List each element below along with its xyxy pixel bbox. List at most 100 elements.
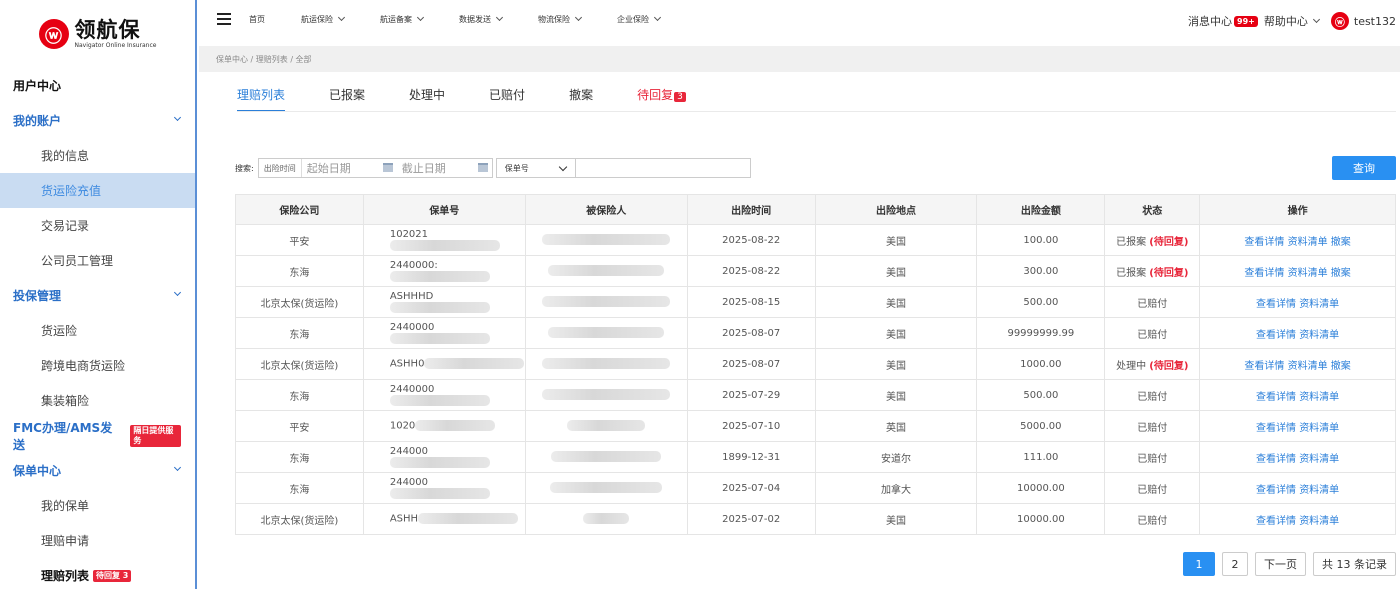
col-place: 出险地点 xyxy=(814,194,978,225)
tab-processing[interactable]: 处理中 xyxy=(409,86,445,112)
view-details-link[interactable]: 查看详情 xyxy=(1256,485,1296,496)
username[interactable]: test132 xyxy=(1354,15,1396,28)
view-details-link[interactable]: 查看详情 xyxy=(1256,299,1296,310)
chevron-down-icon[interactable] xyxy=(1312,15,1320,23)
sidebar-item-claims-list[interactable]: 理赔列表 待回复 3 xyxy=(0,558,195,589)
sidebar-item-staff[interactable]: 公司员工管理 xyxy=(0,243,195,278)
withdraw-claim-link[interactable]: 撤案 xyxy=(1331,361,1351,372)
view-details-link[interactable]: 查看详情 xyxy=(1244,361,1284,372)
top-nav: 首页 航运保险 航运备案 数据发送 物流保险 企业保险 xyxy=(249,13,696,25)
redacted-mask xyxy=(389,270,490,282)
documents-list-link[interactable]: 资料清单 xyxy=(1288,237,1328,248)
withdraw-claim-link[interactable]: 撤案 xyxy=(1331,268,1351,279)
logo[interactable]: ⓦ 领航保 Navigator Online Insurance xyxy=(0,0,195,68)
sidebar-insure-mgmt[interactable]: 投保管理 xyxy=(0,278,195,313)
sidebar-claims-label: 理赔列表 xyxy=(41,569,90,583)
logo-tagline: Navigator Online Insurance xyxy=(74,41,157,49)
topnav-shipping-filing[interactable]: 航运备案 xyxy=(380,13,425,25)
sidebar-user-center[interactable]: 用户中心 xyxy=(0,68,195,103)
documents-list-link[interactable]: 资料清单 xyxy=(1299,392,1339,403)
sidebar-item-container[interactable]: 集装箱险 xyxy=(0,383,195,418)
redacted-mask xyxy=(548,327,665,339)
redacted-mask xyxy=(542,358,671,370)
topnav-shipping-insurance[interactable]: 航运保险 xyxy=(301,13,346,25)
search-input[interactable] xyxy=(575,158,751,178)
search-field-select[interactable]: 保单号 xyxy=(495,158,576,178)
page-2-button[interactable]: 2 xyxy=(1222,552,1248,576)
documents-list-link[interactable]: 资料清单 xyxy=(1288,361,1328,372)
documents-list-link[interactable]: 资料清单 xyxy=(1288,268,1328,279)
tab-claims-list[interactable]: 理赔列表 xyxy=(237,86,286,112)
sidebar-my-account[interactable]: 我的账户 xyxy=(0,103,195,138)
chevron-down-icon xyxy=(416,13,425,21)
documents-list-link[interactable]: 资料清单 xyxy=(1299,330,1339,341)
sidebar-item-claim-apply[interactable]: 理赔申请 xyxy=(0,523,195,558)
topnav-data-send[interactable]: 数据发送 xyxy=(459,13,504,25)
view-details-link[interactable]: 查看详情 xyxy=(1256,392,1296,403)
sidebar-item-my-info[interactable]: 我的信息 xyxy=(0,138,195,173)
redacted-mask xyxy=(415,420,496,432)
cell-amount: 10000.00 xyxy=(976,472,1106,504)
cell-place: 安道尔 xyxy=(814,441,978,473)
calendar-icon[interactable] xyxy=(477,163,488,172)
cell-policy: 102021 xyxy=(362,224,526,256)
cell-date: 2025-08-15 xyxy=(686,286,816,318)
documents-list-link[interactable]: 资料清单 xyxy=(1299,423,1339,434)
cell-company: 东海 xyxy=(235,317,364,349)
documents-list-link[interactable]: 资料清单 xyxy=(1299,454,1339,465)
cell-policy: 244000 xyxy=(362,441,526,473)
view-details-link[interactable]: 查看详情 xyxy=(1244,268,1284,279)
calendar-icon[interactable] xyxy=(382,163,393,172)
cell-policy: ASHHHD xyxy=(362,286,526,318)
view-details-link[interactable]: 查看详情 xyxy=(1256,423,1296,434)
cell-actions: 查看详情 资料清单 xyxy=(1199,286,1396,318)
start-date-input[interactable]: 起始日期 xyxy=(302,159,397,177)
withdraw-claim-link[interactable]: 撤案 xyxy=(1331,237,1351,248)
cell-company: 平安 xyxy=(235,410,364,442)
view-details-link[interactable]: 查看详情 xyxy=(1256,330,1296,341)
next-page-button[interactable]: 下一页 xyxy=(1255,552,1306,576)
message-center-link[interactable]: 消息中心 xyxy=(1188,13,1232,29)
cell-policy: ASHH0 xyxy=(362,348,526,380)
redacted-mask xyxy=(389,239,500,251)
sidebar-item-cargo[interactable]: 货运险 xyxy=(0,313,195,348)
documents-list-link[interactable]: 资料清单 xyxy=(1299,299,1339,310)
tab-paid[interactable]: 已赔付 xyxy=(489,86,525,112)
sidebar-item-ecommerce[interactable]: 跨境电商货运险 xyxy=(0,348,195,383)
topnav-enterprise[interactable]: 企业保险 xyxy=(617,13,662,25)
sidebar-item-recharge[interactable]: 货运险充值 xyxy=(0,173,195,208)
topnav-home[interactable]: 首页 xyxy=(249,14,265,25)
sidebar-item-transactions[interactable]: 交易记录 xyxy=(0,208,195,243)
cell-place: 美国 xyxy=(814,224,978,256)
sidebar-item-my-policy[interactable]: 我的保单 xyxy=(0,488,195,523)
cell-amount: 500.00 xyxy=(976,379,1106,411)
menu-icon[interactable] xyxy=(217,13,231,25)
tab-reported[interactable]: 已报案 xyxy=(329,86,365,112)
col-amount: 出险金额 xyxy=(976,194,1106,225)
documents-list-link[interactable]: 资料清单 xyxy=(1299,516,1339,527)
end-date-input[interactable]: 截止日期 xyxy=(397,159,492,177)
policy-number: 2440000 xyxy=(389,383,435,395)
search-label: 搜索: xyxy=(235,163,254,173)
cell-status: 已赔付 xyxy=(1104,317,1201,349)
tab-pending-reply[interactable]: 待回复 3 xyxy=(637,86,686,112)
page-1-button[interactable]: 1 xyxy=(1183,552,1215,576)
status-text: 已赔付 xyxy=(1137,329,1168,341)
tab-withdrawn[interactable]: 撤案 xyxy=(569,86,593,112)
sidebar-fmc[interactable]: FMC办理/AMS发送 隔日提供服务 xyxy=(0,418,195,453)
redacted-mask xyxy=(389,394,490,406)
view-details-link[interactable]: 查看详情 xyxy=(1256,454,1296,465)
chevron-down-icon xyxy=(173,463,182,472)
help-center-link[interactable]: 帮助中心 xyxy=(1264,13,1308,29)
view-details-link[interactable]: 查看详情 xyxy=(1256,516,1296,527)
topnav-logistics[interactable]: 物流保险 xyxy=(538,13,583,25)
documents-list-link[interactable]: 资料清单 xyxy=(1299,485,1339,496)
table-row: 北京太保(货运险) ASHH 2025-07-02 美国 10000.00 已赔付 查看详… xyxy=(235,503,1396,535)
view-details-link[interactable]: 查看详情 xyxy=(1244,237,1284,248)
status-text: 已赔付 xyxy=(1137,391,1168,403)
sidebar-policy-center[interactable]: 保单中心 xyxy=(0,453,195,488)
avatar[interactable]: ⓦ xyxy=(1330,12,1349,30)
cell-actions: 查看详情 资料清单 xyxy=(1199,317,1396,349)
query-button[interactable]: 查询 xyxy=(1332,156,1396,180)
redacted-mask xyxy=(542,296,671,308)
